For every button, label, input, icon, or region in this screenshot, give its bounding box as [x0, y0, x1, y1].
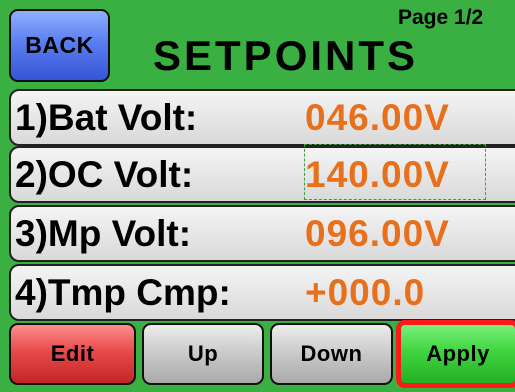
down-button-label: Down [300, 341, 363, 366]
setpoint-value: 140.00V [305, 154, 450, 195]
back-button[interactable]: BACK [9, 9, 110, 82]
apply-button[interactable]: Apply [396, 320, 515, 388]
setpoint-row-tmp-cmp[interactable]: 4)Tmp Cmp: +000.0 [9, 264, 515, 321]
setpoint-value: +000.0 [305, 272, 426, 313]
setpoints-screen: BACK Page 1/2 SETPOINTS 1)Bat Volt: 046.… [0, 0, 515, 392]
setpoint-label: 1)Bat Volt: [15, 97, 198, 138]
setpoint-row-bat-volt[interactable]: 1)Bat Volt: 046.00V [9, 89, 515, 146]
apply-button-label: Apply [426, 341, 490, 366]
setpoint-value: 046.00V [305, 97, 450, 138]
setpoint-label: 3)Mp Volt: [15, 213, 192, 254]
back-button-label: BACK [25, 32, 94, 58]
setpoint-label: 2)OC Volt: [15, 154, 194, 195]
edit-button[interactable]: Edit [9, 323, 136, 385]
up-button[interactable]: Up [142, 323, 264, 385]
page-indicator: Page 1/2 [398, 6, 484, 29]
edit-button-label: Edit [50, 341, 95, 366]
setpoint-label: 4)Tmp Cmp: [15, 272, 231, 313]
down-button[interactable]: Down [270, 323, 393, 385]
up-button-label: Up [187, 341, 219, 366]
page-title: SETPOINTS [153, 32, 419, 79]
setpoint-row-mp-volt[interactable]: 3)Mp Volt: 096.00V [9, 205, 515, 262]
setpoint-row-oc-volt[interactable]: 2)OC Volt: 140.00V [9, 146, 515, 203]
setpoint-value: 096.00V [305, 213, 450, 254]
